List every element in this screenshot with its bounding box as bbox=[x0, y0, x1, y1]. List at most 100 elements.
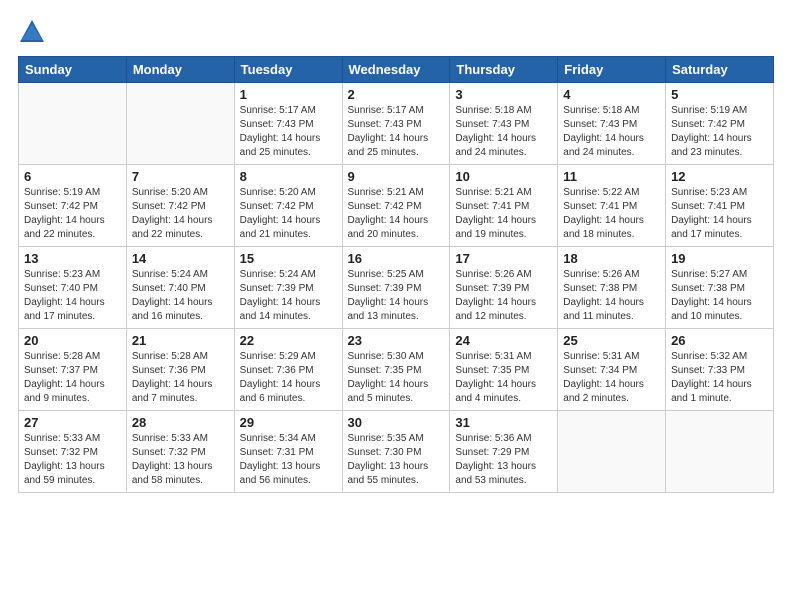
calendar-table: SundayMondayTuesdayWednesdayThursdayFrid… bbox=[18, 56, 774, 493]
day-info: Sunrise: 5:17 AM Sunset: 7:43 PM Dayligh… bbox=[348, 104, 445, 160]
day-number: 15 bbox=[240, 251, 337, 266]
day-info: Sunrise: 5:23 AM Sunset: 7:41 PM Dayligh… bbox=[671, 186, 768, 242]
day-number: 12 bbox=[671, 169, 768, 184]
calendar-cell: 25Sunrise: 5:31 AM Sunset: 7:34 PM Dayli… bbox=[558, 329, 666, 411]
day-info: Sunrise: 5:20 AM Sunset: 7:42 PM Dayligh… bbox=[132, 186, 229, 242]
calendar-cell: 27 Sunrise: 5:33 AM Sunset: 7:32 PM Dayli… bbox=[19, 411, 127, 493]
day-number: 16 bbox=[348, 251, 445, 266]
day-info: Sunrise: 5:33 AM Sunset: 7:32 PM Dayligh… bbox=[132, 432, 229, 488]
day-number: 14 bbox=[132, 251, 229, 266]
day-number: 18 bbox=[563, 251, 660, 266]
day-info: Sunrise: 5:22 AM Sunset: 7:41 PM Dayligh… bbox=[563, 186, 660, 242]
day-info: Sunrise: 5:26 AM Sunset: 7:39 PM Dayligh… bbox=[455, 268, 552, 324]
calendar-cell: 29Sunrise: 5:34 AM Sunset: 7:31 PM Dayli… bbox=[234, 411, 342, 493]
calendar-cell: 7 Sunrise: 5:20 AM Sunset: 7:42 PM Daylig… bbox=[126, 165, 234, 247]
day-number: 5 bbox=[671, 87, 768, 102]
calendar-cell: 8 Sunrise: 5:20 AM Sunset: 7:42 PM Daylig… bbox=[234, 165, 342, 247]
calendar-cell: 23 Sunrise: 5:30 AM Sunset: 7:35 PM Dayli… bbox=[342, 329, 450, 411]
day-number: 2 bbox=[348, 87, 445, 102]
day-info: Sunrise: 5:36 AM Sunset: 7:29 PM Dayligh… bbox=[455, 432, 552, 488]
day-info: Sunrise: 5:27 AM Sunset: 7:38 PM Dayligh… bbox=[671, 268, 768, 324]
weekday-header-thursday: Thursday bbox=[450, 57, 558, 83]
day-info: Sunrise: 5:18 AM Sunset: 7:43 PM Dayligh… bbox=[455, 104, 552, 160]
calendar-cell bbox=[558, 411, 666, 493]
calendar-cell: 9 Sunrise: 5:21 AM Sunset: 7:42 PM Daylig… bbox=[342, 165, 450, 247]
logo-icon bbox=[18, 18, 46, 46]
day-info: Sunrise: 5:23 AM Sunset: 7:40 PM Dayligh… bbox=[24, 268, 121, 324]
day-info: Sunrise: 5:19 AM Sunset: 7:42 PM Dayligh… bbox=[671, 104, 768, 160]
calendar-cell: 18Sunrise: 5:26 AM Sunset: 7:38 PM Dayli… bbox=[558, 247, 666, 329]
day-info: Sunrise: 5:18 AM Sunset: 7:43 PM Dayligh… bbox=[563, 104, 660, 160]
day-info: Sunrise: 5:35 AM Sunset: 7:30 PM Dayligh… bbox=[348, 432, 445, 488]
day-info: Sunrise: 5:17 AM Sunset: 7:43 PM Dayligh… bbox=[240, 104, 337, 160]
day-number: 20 bbox=[24, 333, 121, 348]
calendar-cell: 26 Sunrise: 5:32 AM Sunset: 7:33 PM Dayli… bbox=[666, 329, 774, 411]
week-row-1: 1 Sunrise: 5:17 AM Sunset: 7:43 PM Daylig… bbox=[19, 83, 774, 165]
calendar-cell: 6Sunrise: 5:19 AM Sunset: 7:42 PM Daylig… bbox=[19, 165, 127, 247]
calendar-cell: 2 Sunrise: 5:17 AM Sunset: 7:43 PM Daylig… bbox=[342, 83, 450, 165]
day-number: 24 bbox=[455, 333, 552, 348]
weekday-header-row: SundayMondayTuesdayWednesdayThursdayFrid… bbox=[19, 57, 774, 83]
day-info: Sunrise: 5:29 AM Sunset: 7:36 PM Dayligh… bbox=[240, 350, 337, 406]
day-info: Sunrise: 5:21 AM Sunset: 7:41 PM Dayligh… bbox=[455, 186, 552, 242]
day-number: 30 bbox=[348, 415, 445, 430]
calendar-cell: 24 Sunrise: 5:31 AM Sunset: 7:35 PM Dayli… bbox=[450, 329, 558, 411]
page: SundayMondayTuesdayWednesdayThursdayFrid… bbox=[0, 0, 792, 612]
calendar-cell bbox=[126, 83, 234, 165]
day-info: Sunrise: 5:33 AM Sunset: 7:32 PM Dayligh… bbox=[24, 432, 121, 488]
week-row-4: 20 Sunrise: 5:28 AM Sunset: 7:37 PM Dayli… bbox=[19, 329, 774, 411]
day-info: Sunrise: 5:32 AM Sunset: 7:33 PM Dayligh… bbox=[671, 350, 768, 406]
calendar-cell: 13 Sunrise: 5:23 AM Sunset: 7:40 PM Dayli… bbox=[19, 247, 127, 329]
day-number: 13 bbox=[24, 251, 121, 266]
weekday-header-sunday: Sunday bbox=[19, 57, 127, 83]
calendar-cell: 22 Sunrise: 5:29 AM Sunset: 7:36 PM Dayli… bbox=[234, 329, 342, 411]
day-info: Sunrise: 5:24 AM Sunset: 7:40 PM Dayligh… bbox=[132, 268, 229, 324]
day-number: 10 bbox=[455, 169, 552, 184]
calendar-cell: 31 Sunrise: 5:36 AM Sunset: 7:29 PM Dayli… bbox=[450, 411, 558, 493]
day-number: 7 bbox=[132, 169, 229, 184]
calendar-cell bbox=[19, 83, 127, 165]
day-number: 21 bbox=[132, 333, 229, 348]
header bbox=[18, 18, 774, 46]
calendar-cell: 20 Sunrise: 5:28 AM Sunset: 7:37 PM Dayli… bbox=[19, 329, 127, 411]
calendar-cell: 14 Sunrise: 5:24 AM Sunset: 7:40 PM Dayli… bbox=[126, 247, 234, 329]
day-number: 3 bbox=[455, 87, 552, 102]
day-number: 29 bbox=[240, 415, 337, 430]
day-info: Sunrise: 5:30 AM Sunset: 7:35 PM Dayligh… bbox=[348, 350, 445, 406]
day-info: Sunrise: 5:28 AM Sunset: 7:37 PM Dayligh… bbox=[24, 350, 121, 406]
day-info: Sunrise: 5:31 AM Sunset: 7:35 PM Dayligh… bbox=[455, 350, 552, 406]
day-info: Sunrise: 5:24 AM Sunset: 7:39 PM Dayligh… bbox=[240, 268, 337, 324]
logo bbox=[18, 18, 50, 46]
weekday-header-monday: Monday bbox=[126, 57, 234, 83]
day-number: 11 bbox=[563, 169, 660, 184]
calendar-cell: 5 Sunrise: 5:19 AM Sunset: 7:42 PM Daylig… bbox=[666, 83, 774, 165]
calendar-cell: 15 Sunrise: 5:24 AM Sunset: 7:39 PM Dayli… bbox=[234, 247, 342, 329]
day-number: 23 bbox=[348, 333, 445, 348]
weekday-header-wednesday: Wednesday bbox=[342, 57, 450, 83]
day-number: 6 bbox=[24, 169, 121, 184]
day-info: Sunrise: 5:25 AM Sunset: 7:39 PM Dayligh… bbox=[348, 268, 445, 324]
calendar-cell: 1 Sunrise: 5:17 AM Sunset: 7:43 PM Daylig… bbox=[234, 83, 342, 165]
day-number: 22 bbox=[240, 333, 337, 348]
day-info: Sunrise: 5:28 AM Sunset: 7:36 PM Dayligh… bbox=[132, 350, 229, 406]
calendar-cell: 3 Sunrise: 5:18 AM Sunset: 7:43 PM Daylig… bbox=[450, 83, 558, 165]
day-info: Sunrise: 5:21 AM Sunset: 7:42 PM Dayligh… bbox=[348, 186, 445, 242]
calendar-cell: 12 Sunrise: 5:23 AM Sunset: 7:41 PM Dayli… bbox=[666, 165, 774, 247]
day-number: 4 bbox=[563, 87, 660, 102]
day-number: 9 bbox=[348, 169, 445, 184]
day-number: 31 bbox=[455, 415, 552, 430]
day-number: 27 bbox=[24, 415, 121, 430]
day-number: 1 bbox=[240, 87, 337, 102]
week-row-5: 27 Sunrise: 5:33 AM Sunset: 7:32 PM Dayli… bbox=[19, 411, 774, 493]
calendar-cell: 28 Sunrise: 5:33 AM Sunset: 7:32 PM Dayli… bbox=[126, 411, 234, 493]
day-number: 19 bbox=[671, 251, 768, 266]
day-number: 26 bbox=[671, 333, 768, 348]
calendar-cell: 11 Sunrise: 5:22 AM Sunset: 7:41 PM Dayli… bbox=[558, 165, 666, 247]
day-info: Sunrise: 5:20 AM Sunset: 7:42 PM Dayligh… bbox=[240, 186, 337, 242]
weekday-header-friday: Friday bbox=[558, 57, 666, 83]
week-row-3: 13 Sunrise: 5:23 AM Sunset: 7:40 PM Dayli… bbox=[19, 247, 774, 329]
calendar-cell: 30 Sunrise: 5:35 AM Sunset: 7:30 PM Dayli… bbox=[342, 411, 450, 493]
day-number: 8 bbox=[240, 169, 337, 184]
day-info: Sunrise: 5:31 AM Sunset: 7:34 PM Dayligh… bbox=[563, 350, 660, 406]
day-number: 28 bbox=[132, 415, 229, 430]
